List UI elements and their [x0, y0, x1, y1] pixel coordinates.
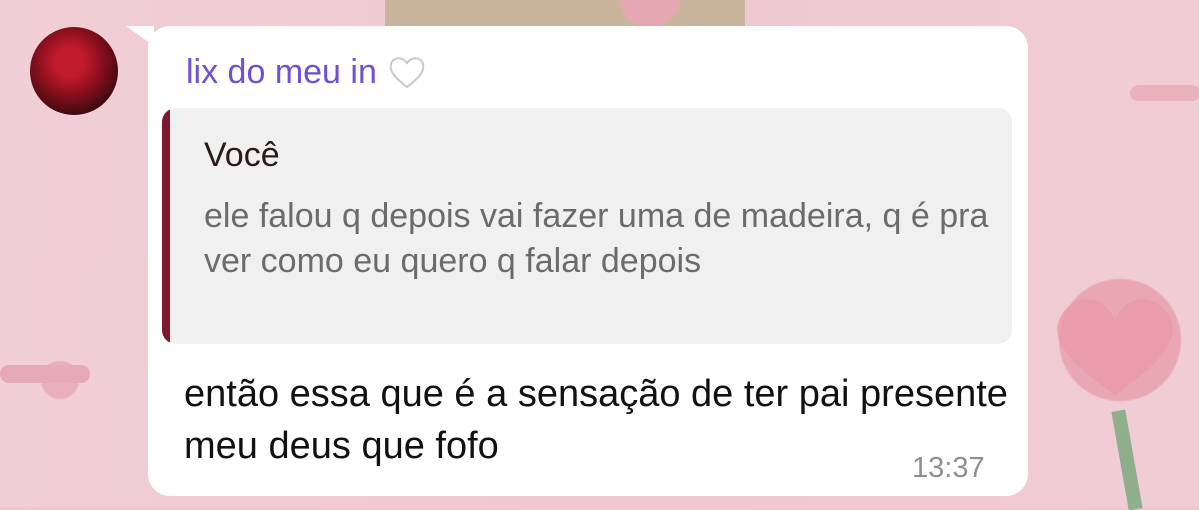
- sender-name-text: lix do meu in: [186, 52, 377, 91]
- reply-author: Você: [204, 136, 280, 174]
- wallpaper-stem: [1111, 409, 1143, 510]
- reply-accent-bar: [162, 108, 170, 344]
- reply-quote[interactable]: Você ele falou q depois vai fazer uma de…: [162, 108, 1012, 344]
- wallpaper-heart: [1057, 299, 1173, 395]
- white-heart-icon: [389, 57, 425, 89]
- wallpaper-stroke: [1130, 85, 1199, 101]
- message-timestamp: 13:37: [912, 452, 985, 484]
- sender-avatar[interactable]: [30, 27, 118, 115]
- wallpaper-stroke: [0, 365, 90, 383]
- reply-text: ele falou q depois vai fazer uma de made…: [204, 197, 989, 280]
- sender-name[interactable]: lix do meu in: [186, 52, 427, 92]
- message-text: então essa que é a sensação de ter pai p…: [184, 373, 1008, 467]
- wallpaper-decoration: [385, 0, 745, 26]
